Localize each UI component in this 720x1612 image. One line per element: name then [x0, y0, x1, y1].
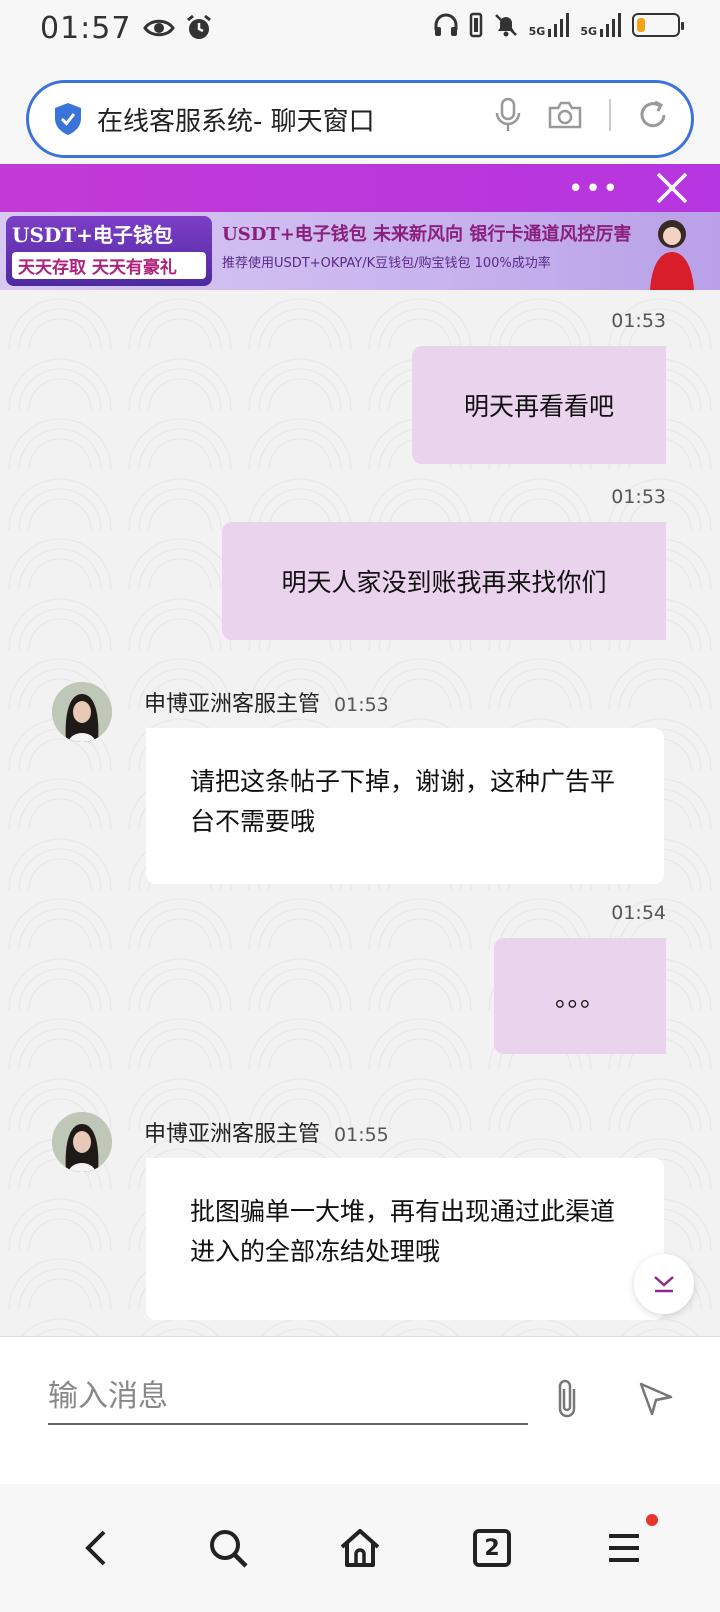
address-bar[interactable]: 在线客服系统- 聊天窗口 — [26, 80, 694, 158]
incoming-message[interactable]: 批图骗单一大堆，再有出现通过此渠道进入的全部冻结处理哦 — [146, 1158, 664, 1320]
signal-bars-icon — [548, 13, 570, 37]
ad-promo-subtitle: 天天存取 天天有豪礼 — [12, 252, 206, 279]
ad-promo-title: USDT+电子钱包 — [12, 223, 173, 247]
separator — [609, 99, 611, 131]
chat-area[interactable]: 01:53 明天再看看吧 01:53 明天人家没到账我再来找你们 申博亚洲客服主… — [0, 290, 720, 1336]
microphone-icon[interactable] — [495, 97, 521, 133]
avatar[interactable] — [52, 1112, 112, 1172]
message-time: 01:55 — [334, 1124, 389, 1146]
alarm-icon — [187, 14, 212, 39]
sender-name: 申博亚洲客服主管 — [144, 692, 321, 717]
home-icon — [340, 1529, 380, 1567]
ad-header-bar: ••• — [0, 164, 720, 212]
message-time: 01:54 — [611, 902, 666, 924]
notification-dot — [646, 1514, 658, 1526]
paperclip-icon[interactable] — [552, 1377, 582, 1421]
mute-bell-icon — [494, 14, 517, 37]
tabs-button[interactable]: 2 — [452, 1508, 532, 1588]
message-composer — [0, 1336, 720, 1484]
home-button[interactable] — [320, 1508, 400, 1588]
sender-name: 申博亚洲客服主管 — [144, 1122, 321, 1147]
signal-bars-icon — [600, 13, 621, 37]
browser-bottom-nav: 2 — [0, 1484, 720, 1612]
battery-icon — [632, 13, 684, 37]
outgoing-message[interactable]: 明天人家没到账我再来找你们 — [222, 522, 666, 640]
shield-check-icon — [55, 103, 81, 135]
more-icon[interactable]: ••• — [568, 174, 620, 204]
signal-2: 5G — [580, 13, 622, 37]
battery-fill — [637, 18, 645, 32]
ad-model-image — [650, 220, 694, 290]
incoming-message[interactable]: 请把这条帖子下掉，谢谢，这种广告平台不需要哦 — [146, 728, 664, 884]
scroll-to-bottom-button[interactable] — [634, 1254, 694, 1314]
ad-promo-box: USDT+电子钱包 天天存取 天天有豪礼 — [6, 216, 212, 286]
back-button[interactable] — [56, 1508, 136, 1588]
sender-row: 申博亚洲客服主管 01:53 — [144, 686, 389, 718]
status-time: 01:57 — [40, 10, 132, 46]
back-arrow-icon — [85, 1530, 106, 1566]
ad-subline: 推荐使用USDT+OKPAY/K豆钱包/购宝钱包 100%成功率 — [222, 256, 551, 271]
message-time: 01:53 — [334, 694, 389, 716]
ad-headline: USDT+电子钱包 未来新风向 银行卡通道风控厉害 — [222, 224, 632, 245]
message-input[interactable] — [48, 1369, 528, 1425]
eye-icon — [143, 19, 176, 37]
scroll-down-icon — [654, 1276, 674, 1293]
search-icon — [210, 1530, 248, 1568]
page-title: 在线客服系统- 聊天窗口 — [97, 106, 375, 137]
refresh-icon[interactable] — [637, 99, 669, 131]
status-bar: 01:57 5G 5G — [0, 0, 720, 56]
tab-count-icon: 2 — [473, 1529, 511, 1567]
browser-toolbar: 在线客服系统- 聊天窗口 — [0, 56, 720, 164]
message-time: 01:53 — [611, 486, 666, 508]
send-icon[interactable] — [638, 1381, 674, 1417]
message-time: 01:53 — [611, 310, 666, 332]
menu-button[interactable] — [584, 1508, 664, 1588]
menu-icon — [609, 1534, 639, 1562]
outgoing-message[interactable]: 。。。 — [494, 938, 666, 1054]
ad-text: USDT+电子钱包 未来新风向 银行卡通道风控厉害 推荐使用USDT+OKPAY… — [222, 220, 631, 271]
outgoing-message[interactable]: 明天再看看吧 — [412, 346, 666, 464]
signal-1: 5G — [529, 13, 571, 37]
avatar[interactable] — [52, 682, 112, 742]
camera-icon[interactable] — [547, 100, 583, 130]
headphones-icon — [434, 13, 458, 36]
search-button[interactable] — [188, 1508, 268, 1588]
close-icon[interactable] — [654, 170, 690, 206]
vibrate-icon — [469, 12, 482, 38]
ad-banner[interactable]: USDT+电子钱包 天天存取 天天有豪礼 USDT+电子钱包 未来新风向 银行卡… — [0, 212, 720, 290]
sender-row: 申博亚洲客服主管 01:55 — [144, 1116, 389, 1148]
